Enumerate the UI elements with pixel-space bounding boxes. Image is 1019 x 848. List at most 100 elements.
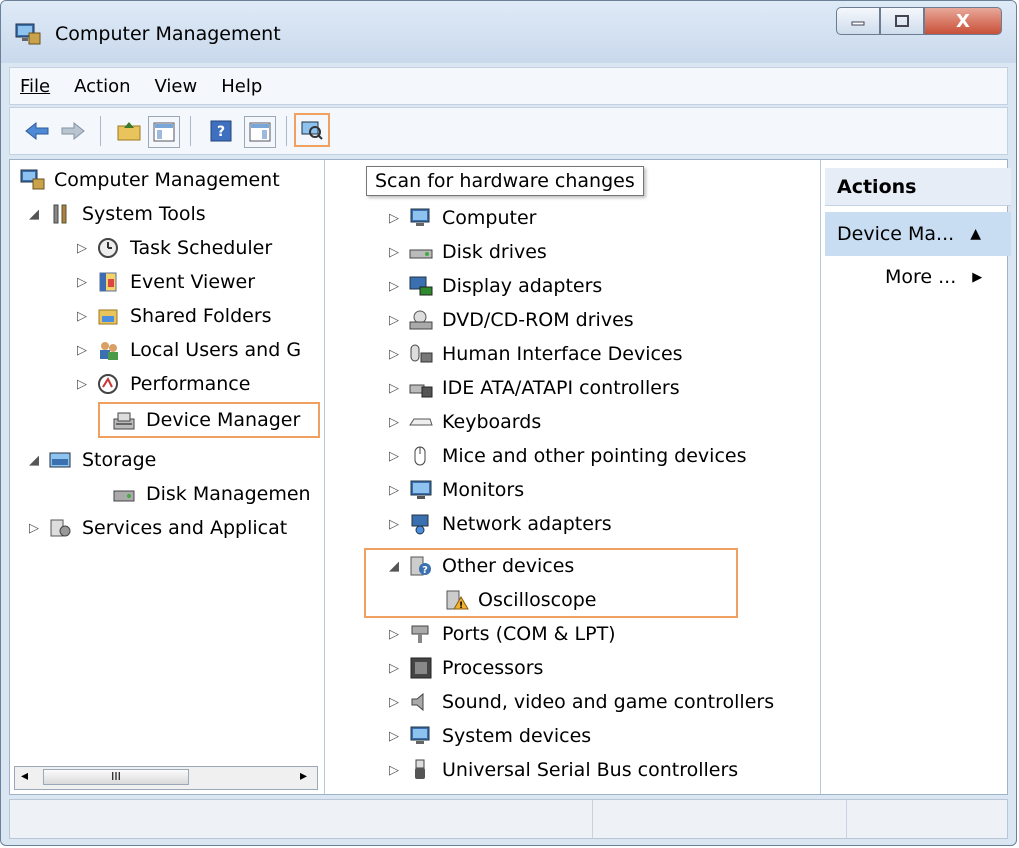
scrollbar-thumb[interactable]: III [43,769,189,785]
expander-collapsed-icon[interactable]: ▷ [386,729,402,744]
expander-collapsed-icon[interactable]: ▷ [386,627,402,642]
tree-item-task-scheduler[interactable]: ▷ Task Scheduler [74,232,272,264]
status-divider [592,800,593,838]
actions-pane: Actions Device Ma... ▲ More ... ▶ [825,160,1011,794]
expander-expanded-icon[interactable]: ◢ [26,207,42,222]
tree-item-local-users[interactable]: ▷ Local Users and G [74,334,301,366]
device-category-network-adapters[interactable]: ▷ Network adapters [386,508,612,540]
expander-collapsed-icon[interactable]: ▷ [386,661,402,676]
menu-action[interactable]: Action [74,76,130,97]
device-category-label: Universal Serial Bus controllers [442,759,739,781]
expander-collapsed-icon[interactable]: ▷ [386,381,402,396]
device-category-ports[interactable]: ▷ Ports (COM & LPT) [386,618,616,650]
device-category-label: Mice and other pointing devices [442,445,747,467]
expander-expanded-icon[interactable]: ◢ [386,559,402,574]
actions-device-manager-section[interactable]: Device Ma... ▲ [825,212,1011,256]
minimize-button[interactable] [836,7,880,35]
svg-text:?: ? [217,124,225,140]
computer-management-window: Computer Management X File Action View H… [0,0,1017,846]
tree-item-disk-management[interactable]: Disk Managemen [90,478,311,510]
tree-item-shared-folders[interactable]: ▷ Shared Folders [74,300,272,332]
toolbar: ? [9,107,1008,155]
sound-icon [411,692,424,712]
collapse-up-icon[interactable]: ▲ [970,226,981,242]
tree-item-storage[interactable]: ◢ Storage [26,444,156,476]
expander-collapsed-icon[interactable]: ▷ [74,275,90,290]
device-category-dvd-cd-rom[interactable]: ▷ DVD/CD-ROM drives [386,304,634,336]
forward-button[interactable] [58,116,88,146]
device-category-display-adapters[interactable]: ▷ Display adapters [386,270,602,302]
device-category-disk-drives[interactable]: ▷ Disk drives [386,236,547,268]
expander-collapsed-icon[interactable]: ▷ [26,521,42,536]
services-icon [50,519,71,537]
expander-collapsed-icon[interactable]: ▷ [386,347,402,362]
device-oscilloscope[interactable]: ! Oscilloscope [422,584,596,616]
device-category-ide-controllers[interactable]: ▷ IDE ATA/ATAPI controllers [386,372,680,404]
disk-drive-icon [409,249,433,259]
device-category-keyboards[interactable]: ▷ Keyboards [386,406,541,438]
expander-collapsed-icon[interactable]: ▷ [386,517,402,532]
computer-management-app-icon [15,23,41,45]
device-category-mice[interactable]: ▷ Mice and other pointing devices [386,440,746,472]
device-category-computer[interactable]: ▷ Computer [386,202,536,234]
tree-item-services-and-applications[interactable]: ▷ Services and Applicat [26,512,287,544]
tree-item-performance[interactable]: ▷ Performance [74,368,250,400]
scan-hardware-button[interactable] [294,113,330,147]
expander-expanded-icon[interactable]: ◢ [26,453,42,468]
expander-collapsed-icon[interactable]: ▷ [386,483,402,498]
show-hide-console-tree-button[interactable] [148,116,180,148]
tree-item-event-viewer[interactable]: ▷ Event Viewer [74,266,255,298]
expander-collapsed-icon[interactable]: ▷ [386,245,402,260]
toolbar-separator [286,116,287,146]
device-category-usb[interactable]: ▷ Universal Serial Bus controllers [386,754,738,786]
tree-item-computer-management[interactable]: Computer Management [14,164,280,196]
expander-collapsed-icon[interactable]: ▷ [386,415,402,430]
monitor-icon [410,480,432,499]
device-category-system-devices[interactable]: ▷ System devices [386,720,591,752]
storage-icon [49,452,71,468]
expander-collapsed-icon[interactable]: ▷ [386,279,402,294]
device-category-other-devices[interactable]: ◢ ? Other devices [386,550,574,582]
menu-file[interactable]: File [20,76,50,97]
performance-icon [98,374,118,394]
expander-collapsed-icon[interactable]: ▷ [386,313,402,328]
title-bar[interactable]: Computer Management X [1,1,1016,63]
expander-collapsed-icon[interactable]: ▷ [386,449,402,464]
menu-help[interactable]: Help [221,76,262,97]
device-category-label: Disk drives [442,241,547,263]
svg-text:!: ! [459,601,463,611]
expander-collapsed-icon[interactable]: ▷ [74,309,90,324]
device-category-monitors[interactable]: ▷ Monitors [386,474,524,506]
warning-device-icon: ! [446,590,469,611]
device-category-sound[interactable]: ▷ Sound, video and game controllers [386,686,774,718]
scroll-left-icon[interactable]: ◂ [21,768,28,784]
menu-bar: File Action View Help [9,67,1008,105]
tree-item-device-manager[interactable]: Device Manager [90,404,300,436]
expander-collapsed-icon[interactable]: ▷ [386,763,402,778]
device-category-label: Computer [442,207,537,229]
horizontal-scrollbar[interactable]: ◂ III ▸ [14,766,318,790]
tree-item-label: Task Scheduler [130,237,273,259]
up-one-level-button[interactable] [114,116,144,146]
scroll-right-icon[interactable]: ▸ [300,768,307,784]
console-tree: Computer Management ◢ System Tools ▷ Tas… [10,160,325,794]
more-actions-link[interactable]: More ... ▶ [885,266,982,288]
tree-item-system-tools[interactable]: ◢ System Tools [26,198,206,230]
expander-collapsed-icon[interactable]: ▷ [386,695,402,710]
show-hide-action-pane-button[interactable] [244,116,276,148]
expander-collapsed-icon[interactable]: ▷ [386,211,402,226]
help-button[interactable]: ? [206,116,236,146]
device-category-processors[interactable]: ▷ Processors [386,652,543,684]
device-label: Oscilloscope [478,589,597,611]
back-button[interactable] [22,116,52,146]
expander-collapsed-icon[interactable]: ▷ [74,343,90,358]
close-button[interactable]: X [924,7,1002,35]
toolbar-separator [190,116,191,146]
tree-item-label: Disk Managemen [146,483,311,505]
expander-collapsed-icon[interactable]: ▷ [74,377,90,392]
menu-view[interactable]: View [155,76,198,97]
maximize-button[interactable] [880,7,924,35]
status-divider [846,800,847,838]
device-category-human-interface-devices[interactable]: ▷ Human Interface Devices [386,338,683,370]
expander-collapsed-icon[interactable]: ▷ [74,241,90,256]
